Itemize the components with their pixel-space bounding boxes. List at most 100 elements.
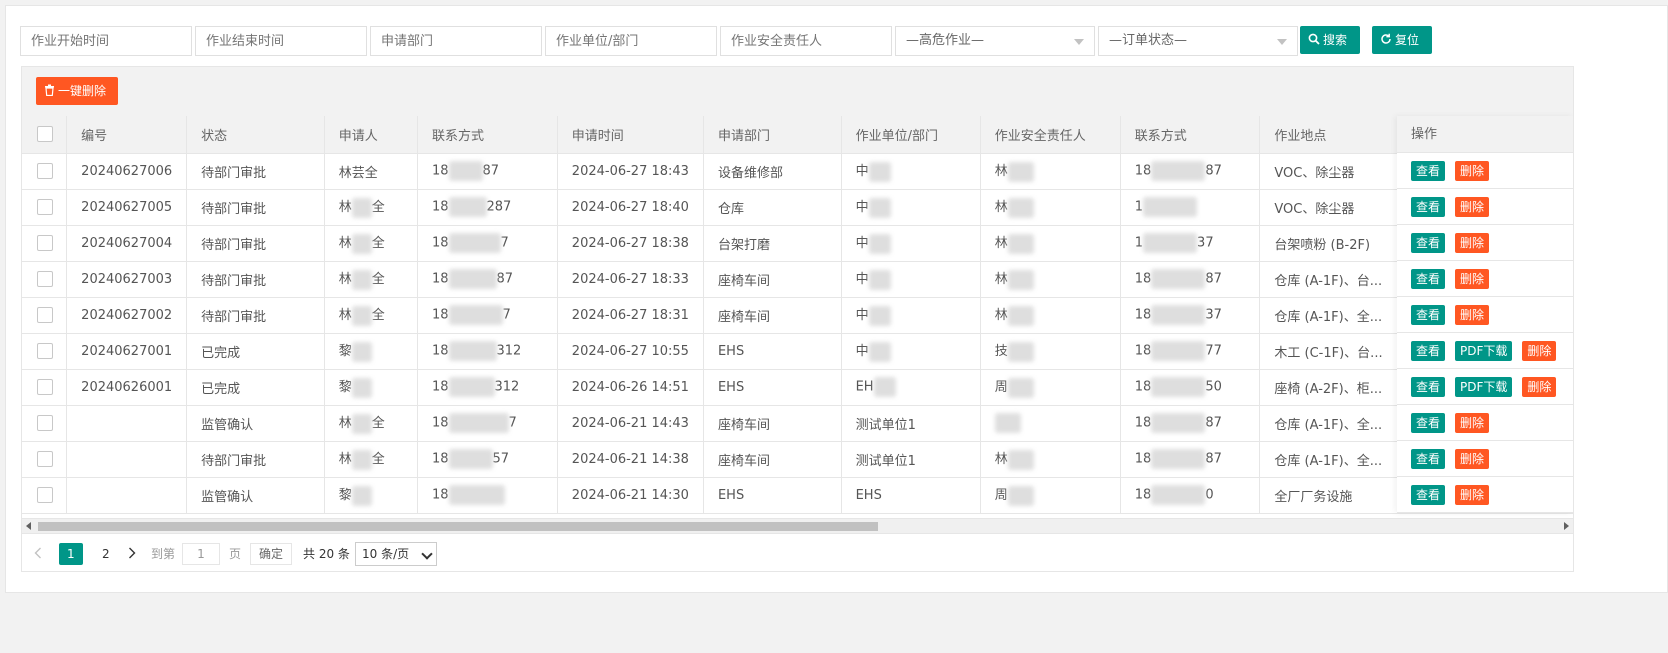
phone2-end: 77 — [1205, 343, 1222, 359]
header-status[interactable]: 状态 — [186, 116, 325, 154]
view-button[interactable]: 查看 — [1411, 160, 1446, 181]
cell-apply-time: 2024-06-27 18:31 — [557, 297, 704, 334]
row-actions: 查看 删除 — [1397, 153, 1573, 189]
delete-button[interactable]: 删除 — [1455, 268, 1490, 289]
phone-start: 18 — [431, 307, 449, 323]
header-applicant[interactable]: 申请人 — [324, 116, 418, 154]
high-risk-select[interactable]: —高危作业— — [895, 26, 1095, 56]
redacted-blur — [994, 413, 1021, 433]
pdf-download-button[interactable]: PDF下载 — [1455, 340, 1513, 361]
cell-applicant: 林全 — [324, 261, 418, 298]
work-unit-input[interactable] — [545, 26, 717, 56]
row-actions: 查看 删除 — [1397, 297, 1573, 333]
delete-button[interactable]: 删除 — [1455, 160, 1490, 181]
table-row[interactable]: 监管确认林全 18 7 2024-06-21 14:43 座椅车间 测试单位1 18 87 仓库… — [22, 405, 1573, 442]
bulk-delete-button[interactable]: 一键删除 — [36, 77, 118, 105]
apply-dept-input[interactable] — [370, 26, 542, 56]
horizontal-scrollbar[interactable] — [22, 518, 1573, 533]
row-checkbox[interactable] — [37, 487, 53, 503]
header-work-unit[interactable]: 作业单位/部门 — [841, 116, 981, 154]
start-time-input[interactable] — [20, 26, 192, 56]
select-all-checkbox[interactable] — [37, 126, 53, 143]
view-button[interactable]: 查看 — [1411, 484, 1446, 505]
safety-person-input[interactable] — [720, 26, 892, 56]
cell-applicant: 黎 — [324, 333, 418, 370]
header-phone[interactable]: 联系方式 — [417, 116, 558, 154]
scroll-left-icon[interactable] — [26, 522, 31, 530]
table-row[interactable]: 20240627003 待部门审批林全 18 87 2024-06-27 18:33 座椅… — [22, 261, 1573, 298]
search-button[interactable]: 搜索 — [1300, 26, 1360, 54]
order-status-select[interactable]: —订单状态— — [1098, 26, 1298, 56]
view-button[interactable]: 查看 — [1411, 304, 1446, 325]
end-time-input[interactable] — [195, 26, 367, 56]
delete-button[interactable]: 删除 — [1522, 376, 1557, 397]
goto-prefix: 到第 — [151, 547, 176, 561]
cell-phone: 18 87 — [417, 261, 558, 298]
work-unit-text: 中 — [855, 272, 869, 288]
row-actions: 查看 删除 — [1397, 477, 1573, 513]
goto-page-input[interactable]: 1 — [182, 543, 220, 565]
delete-button[interactable]: 删除 — [1455, 196, 1490, 217]
scroll-right-icon[interactable] — [1564, 522, 1569, 530]
row-checkbox[interactable] — [37, 307, 53, 323]
table-row[interactable]: 20240627001 已完成黎 18 312 2024-06-27 10:55 EHS 中… — [22, 333, 1573, 370]
phone2-end: 50 — [1205, 379, 1222, 395]
delete-button[interactable]: 删除 — [1455, 232, 1490, 253]
next-page-icon[interactable] — [128, 547, 136, 563]
caret-down-icon — [1074, 39, 1084, 45]
row-checkbox[interactable] — [37, 235, 53, 251]
page-1-button[interactable]: 1 — [59, 543, 83, 565]
applications-table: 编号 状态 申请人 联系方式 申请时间 申请部门 作业单位/部门 作业安全责任人… — [22, 116, 1573, 514]
work-unit-text: 测试单位1 — [855, 453, 916, 469]
row-checkbox[interactable] — [37, 343, 53, 359]
row-checkbox[interactable] — [37, 163, 53, 179]
cell-safety-person: 林 — [980, 297, 1121, 334]
delete-button[interactable]: 删除 — [1455, 304, 1490, 325]
view-button[interactable]: 查看 — [1411, 448, 1446, 469]
view-button[interactable]: 查看 — [1411, 412, 1446, 433]
delete-button[interactable]: 删除 — [1455, 448, 1490, 469]
table-row[interactable]: 20240627006 待部门审批 林芸全 18 87 2024-06-27 18:43 设… — [22, 153, 1573, 190]
view-button[interactable]: 查看 — [1411, 268, 1446, 289]
delete-button[interactable]: 删除 — [1522, 340, 1557, 361]
cell-applicant: 林全 — [324, 405, 418, 442]
page-size-select[interactable]: 10 条/页 — [355, 542, 437, 566]
header-location[interactable]: 作业地点 — [1259, 116, 1398, 154]
delete-button[interactable]: 删除 — [1455, 484, 1490, 505]
header-apply-dept[interactable]: 申请部门 — [703, 116, 842, 154]
safety-person-text: 林 — [994, 236, 1008, 252]
view-button[interactable]: 查看 — [1411, 232, 1446, 253]
pdf-download-button[interactable]: PDF下载 — [1455, 376, 1513, 397]
scrollbar-thumb[interactable] — [38, 522, 878, 531]
cell-status: 监管确认 — [186, 405, 325, 442]
prev-page-icon[interactable] — [34, 547, 42, 563]
table-row[interactable]: 20240626001 已完成黎 18 312 2024-06-26 14:51 EHS E… — [22, 369, 1573, 406]
table-row[interactable]: 待部门审批林全 18 57 2024-06-21 14:38 座椅车间 测试单位1 林 18 8… — [22, 441, 1573, 478]
header-apply-time[interactable]: 申请时间 — [557, 116, 704, 154]
table-row[interactable]: 20240627002 待部门审批林全 18 7 2024-06-27 18:31 座椅车… — [22, 297, 1573, 334]
redacted-blur — [1151, 377, 1206, 397]
view-button[interactable]: 查看 — [1411, 376, 1446, 397]
header-phone-2[interactable]: 联系方式 — [1120, 116, 1261, 154]
table-row[interactable]: 监管确认黎 18 2024-06-21 14:30 EHS EHS 周 18 0 全厂厂务设施 — [22, 477, 1573, 514]
cell-safety-person: 技 — [980, 333, 1121, 370]
delete-button[interactable]: 删除 — [1455, 412, 1490, 433]
header-id[interactable]: 编号 — [66, 116, 188, 154]
applicant-start: 林 — [338, 452, 352, 468]
row-checkbox[interactable] — [37, 451, 53, 467]
reset-button[interactable]: 复位 — [1372, 26, 1432, 54]
row-checkbox[interactable] — [37, 379, 53, 395]
phone2-start: 18 — [1134, 271, 1152, 287]
view-button[interactable]: 查看 — [1411, 340, 1446, 361]
row-checkbox[interactable] — [37, 199, 53, 215]
redacted-blur — [448, 449, 493, 469]
table-row[interactable]: 20240627004 待部门审批林全 18 7 2024-06-27 18:38 台架打… — [22, 225, 1573, 262]
page-2-button[interactable]: 2 — [94, 543, 118, 565]
header-safety-person[interactable]: 作业安全责任人 — [980, 116, 1121, 154]
table-row[interactable]: 20240627005 待部门审批林全 18 287 2024-06-27 18:40 仓… — [22, 189, 1573, 226]
row-checkbox[interactable] — [37, 415, 53, 431]
row-checkbox[interactable] — [37, 271, 53, 287]
redacted-blur — [1151, 413, 1206, 433]
view-button[interactable]: 查看 — [1411, 196, 1446, 217]
goto-confirm-button[interactable]: 确定 — [250, 543, 293, 565]
